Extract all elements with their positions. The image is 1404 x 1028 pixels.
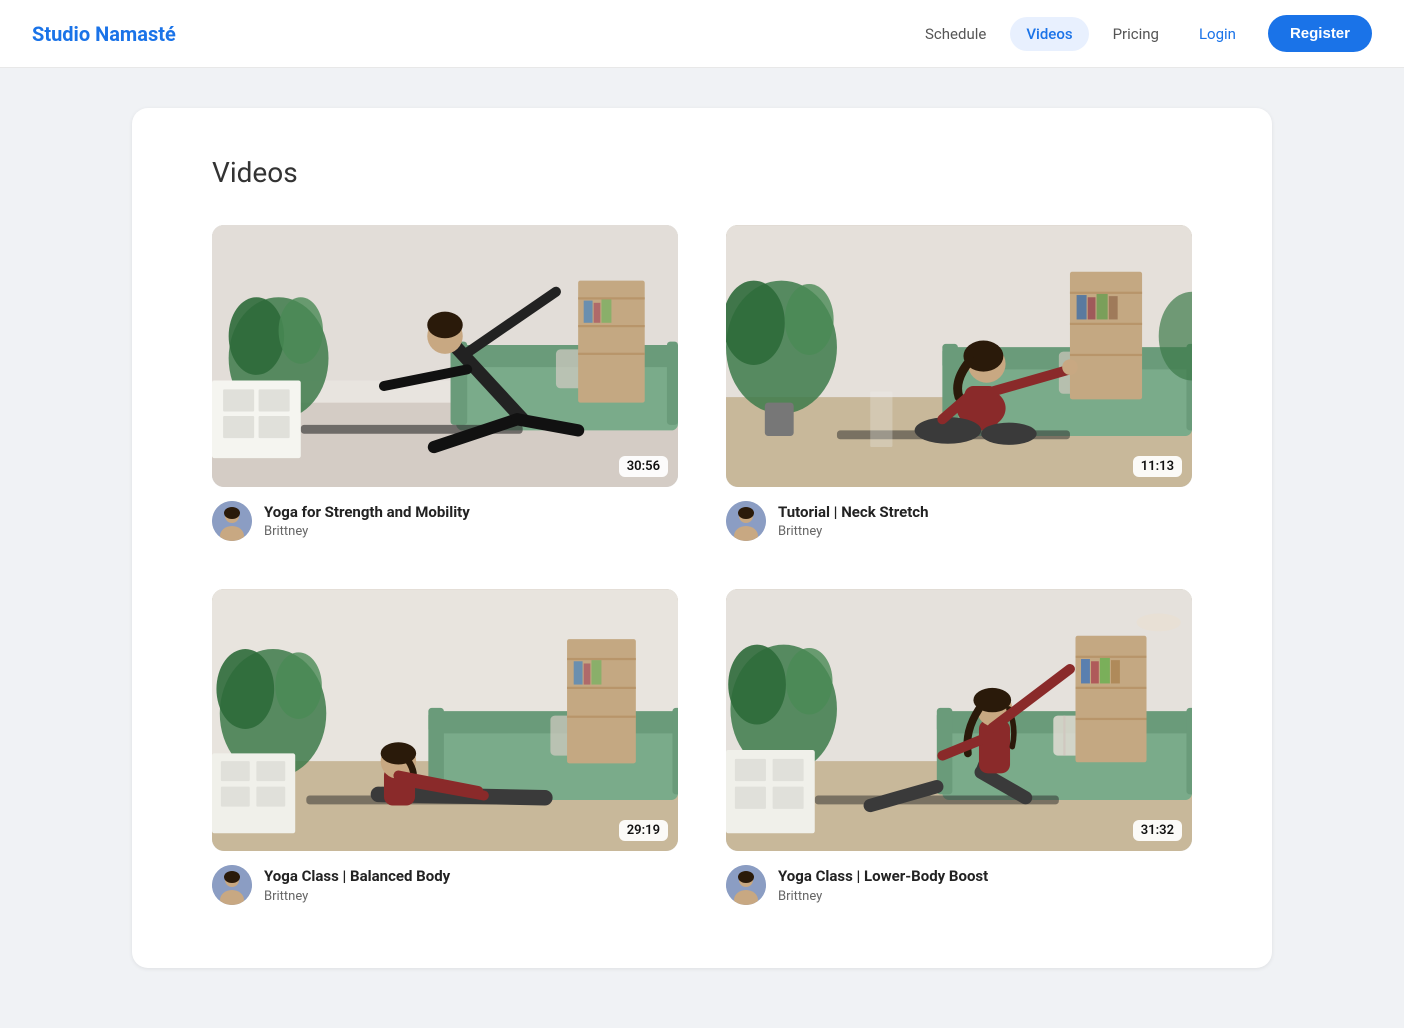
navbar: Studio Namasté Schedule Videos Pricing L… bbox=[0, 0, 1404, 68]
video-title-3: Yoga Class | Balanced Body bbox=[264, 867, 450, 887]
video-duration-1: 30:56 bbox=[619, 456, 668, 477]
video-title-4: Yoga Class | Lower-Body Boost bbox=[778, 867, 988, 887]
video-thumbnail-4[interactable]: 31:32 bbox=[726, 589, 1192, 851]
video-duration-2: 11:13 bbox=[1133, 456, 1182, 477]
video-info-3: Yoga Class | Balanced Body Brittney bbox=[264, 867, 450, 904]
video-title-2: Tutorial | Neck Stretch bbox=[778, 503, 929, 523]
brand-logo[interactable]: Studio Namasté bbox=[32, 22, 176, 46]
nav-schedule[interactable]: Schedule bbox=[909, 17, 1002, 51]
avatar-2 bbox=[726, 501, 766, 541]
video-author-3: Brittney bbox=[264, 889, 450, 904]
video-duration-3: 29:19 bbox=[619, 820, 668, 841]
video-info-2: Tutorial | Neck Stretch Brittney bbox=[778, 503, 929, 540]
video-card-1[interactable]: 30:56 Yoga for Strength and Mobility Bri… bbox=[212, 225, 678, 541]
video-thumbnail-1[interactable]: 30:56 bbox=[212, 225, 678, 487]
video-thumbnail-3[interactable]: 29:19 bbox=[212, 589, 678, 851]
video-meta-4: Yoga Class | Lower-Body Boost Brittney bbox=[726, 865, 1192, 905]
main-content: Videos bbox=[132, 108, 1272, 968]
page-title: Videos bbox=[212, 156, 1192, 189]
avatar-1 bbox=[212, 501, 252, 541]
video-meta-2: Tutorial | Neck Stretch Brittney bbox=[726, 501, 1192, 541]
avatar-3 bbox=[212, 865, 252, 905]
video-duration-4: 31:32 bbox=[1133, 820, 1182, 841]
video-author-1: Brittney bbox=[264, 524, 470, 539]
video-author-4: Brittney bbox=[778, 889, 988, 904]
nav-login[interactable]: Login bbox=[1183, 17, 1252, 51]
nav-videos[interactable]: Videos bbox=[1010, 17, 1088, 51]
video-title-1: Yoga for Strength and Mobility bbox=[264, 503, 470, 523]
video-card-2[interactable]: 11:13 Tutorial | Neck Stretch Brittney bbox=[726, 225, 1192, 541]
video-info-1: Yoga for Strength and Mobility Brittney bbox=[264, 503, 470, 540]
nav-links: Schedule Videos Pricing Login Register bbox=[909, 15, 1372, 52]
nav-register-button[interactable]: Register bbox=[1268, 15, 1372, 52]
video-info-4: Yoga Class | Lower-Body Boost Brittney bbox=[778, 867, 988, 904]
video-card-3[interactable]: 29:19 Yoga Class | Balanced Body Brittne… bbox=[212, 589, 678, 905]
video-meta-1: Yoga for Strength and Mobility Brittney bbox=[212, 501, 678, 541]
avatar-4 bbox=[726, 865, 766, 905]
video-card-4[interactable]: 31:32 Yoga Class | Lower-Body Boost Brit… bbox=[726, 589, 1192, 905]
video-author-2: Brittney bbox=[778, 524, 929, 539]
video-meta-3: Yoga Class | Balanced Body Brittney bbox=[212, 865, 678, 905]
video-grid: 30:56 Yoga for Strength and Mobility Bri… bbox=[212, 225, 1192, 905]
nav-pricing[interactable]: Pricing bbox=[1097, 17, 1175, 51]
video-thumbnail-2[interactable]: 11:13 bbox=[726, 225, 1192, 487]
